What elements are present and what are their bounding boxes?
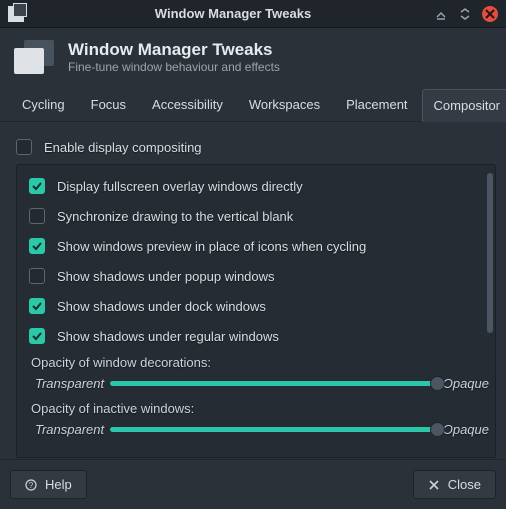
header-icon bbox=[14, 40, 54, 74]
page-title: Window Manager Tweaks bbox=[68, 40, 280, 60]
window-title: Window Manager Tweaks bbox=[32, 6, 434, 21]
tab-accessibility[interactable]: Accessibility bbox=[140, 88, 235, 121]
help-button-label: Help bbox=[45, 477, 72, 492]
option-shadow-dock: Show shadows under dock windows bbox=[29, 295, 489, 317]
tab-focus[interactable]: Focus bbox=[79, 88, 138, 121]
footer: ? Help Close bbox=[0, 459, 506, 509]
slider-label-inactive: Opacity of inactive windows: bbox=[31, 401, 489, 416]
slider-inactive-min: Transparent bbox=[35, 422, 104, 437]
tabbar: Cycling Focus Accessibility Workspaces P… bbox=[0, 88, 506, 122]
checkbox-sync-vblank[interactable] bbox=[29, 208, 45, 224]
header: Window Manager Tweaks Fine-tune window b… bbox=[0, 28, 506, 88]
titlebar: Window Manager Tweaks bbox=[0, 0, 506, 28]
compositor-options-panel: Display fullscreen overlay windows direc… bbox=[16, 164, 496, 458]
option-fullscreen-overlay: Display fullscreen overlay windows direc… bbox=[29, 175, 489, 197]
slider-label-decorations: Opacity of window decorations: bbox=[31, 355, 489, 370]
label-shadow-regular: Show shadows under regular windows bbox=[57, 329, 279, 344]
label-enable-compositing: Enable display compositing bbox=[44, 140, 202, 155]
label-sync-vblank: Synchronize drawing to the vertical blan… bbox=[57, 209, 293, 224]
window-close-button[interactable] bbox=[482, 6, 498, 22]
close-button-label: Close bbox=[448, 477, 481, 492]
option-enable-compositing: Enable display compositing bbox=[16, 136, 496, 158]
tab-cycling[interactable]: Cycling bbox=[10, 88, 77, 121]
tab-workspaces[interactable]: Workspaces bbox=[237, 88, 332, 121]
scrollbar[interactable] bbox=[487, 173, 493, 333]
window-buttons bbox=[434, 6, 498, 22]
minimize-button[interactable] bbox=[434, 7, 448, 21]
slider-inactive-track[interactable] bbox=[110, 427, 437, 432]
option-sync-vblank: Synchronize drawing to the vertical blan… bbox=[29, 205, 489, 227]
page-subtitle: Fine-tune window behaviour and effects bbox=[68, 60, 280, 74]
tab-compositor[interactable]: Compositor bbox=[422, 89, 506, 122]
option-shadow-popup: Show shadows under popup windows bbox=[29, 265, 489, 287]
help-icon: ? bbox=[25, 479, 37, 491]
close-button[interactable]: Close bbox=[413, 470, 496, 499]
checkbox-shadow-regular[interactable] bbox=[29, 328, 45, 344]
slider-decorations-min: Transparent bbox=[35, 376, 104, 391]
app-icon bbox=[8, 6, 24, 22]
slider-decorations: Transparent Opaque bbox=[35, 376, 489, 391]
label-fullscreen-overlay: Display fullscreen overlay windows direc… bbox=[57, 179, 303, 194]
checkbox-preview-cycling[interactable] bbox=[29, 238, 45, 254]
svg-text:?: ? bbox=[29, 481, 34, 490]
maximize-button[interactable] bbox=[458, 7, 472, 21]
slider-decorations-track[interactable] bbox=[110, 381, 437, 386]
option-preview-cycling: Show windows preview in place of icons w… bbox=[29, 235, 489, 257]
slider-decorations-max: Opaque bbox=[443, 376, 489, 391]
checkbox-fullscreen-overlay[interactable] bbox=[29, 178, 45, 194]
close-icon bbox=[428, 479, 440, 491]
option-shadow-regular: Show shadows under regular windows bbox=[29, 325, 489, 347]
slider-inactive: Transparent Opaque bbox=[35, 422, 489, 437]
header-text: Window Manager Tweaks Fine-tune window b… bbox=[68, 40, 280, 74]
label-shadow-popup: Show shadows under popup windows bbox=[57, 269, 275, 284]
slider-decorations-handle[interactable] bbox=[430, 376, 445, 391]
tab-content: Enable display compositing Display fulls… bbox=[0, 122, 506, 468]
checkbox-enable-compositing[interactable] bbox=[16, 139, 32, 155]
label-shadow-dock: Show shadows under dock windows bbox=[57, 299, 266, 314]
tab-placement[interactable]: Placement bbox=[334, 88, 419, 121]
slider-inactive-max: Opaque bbox=[443, 422, 489, 437]
checkbox-shadow-dock[interactable] bbox=[29, 298, 45, 314]
help-button[interactable]: ? Help bbox=[10, 470, 87, 499]
label-preview-cycling: Show windows preview in place of icons w… bbox=[57, 239, 366, 254]
slider-inactive-handle[interactable] bbox=[430, 422, 445, 437]
checkbox-shadow-popup[interactable] bbox=[29, 268, 45, 284]
